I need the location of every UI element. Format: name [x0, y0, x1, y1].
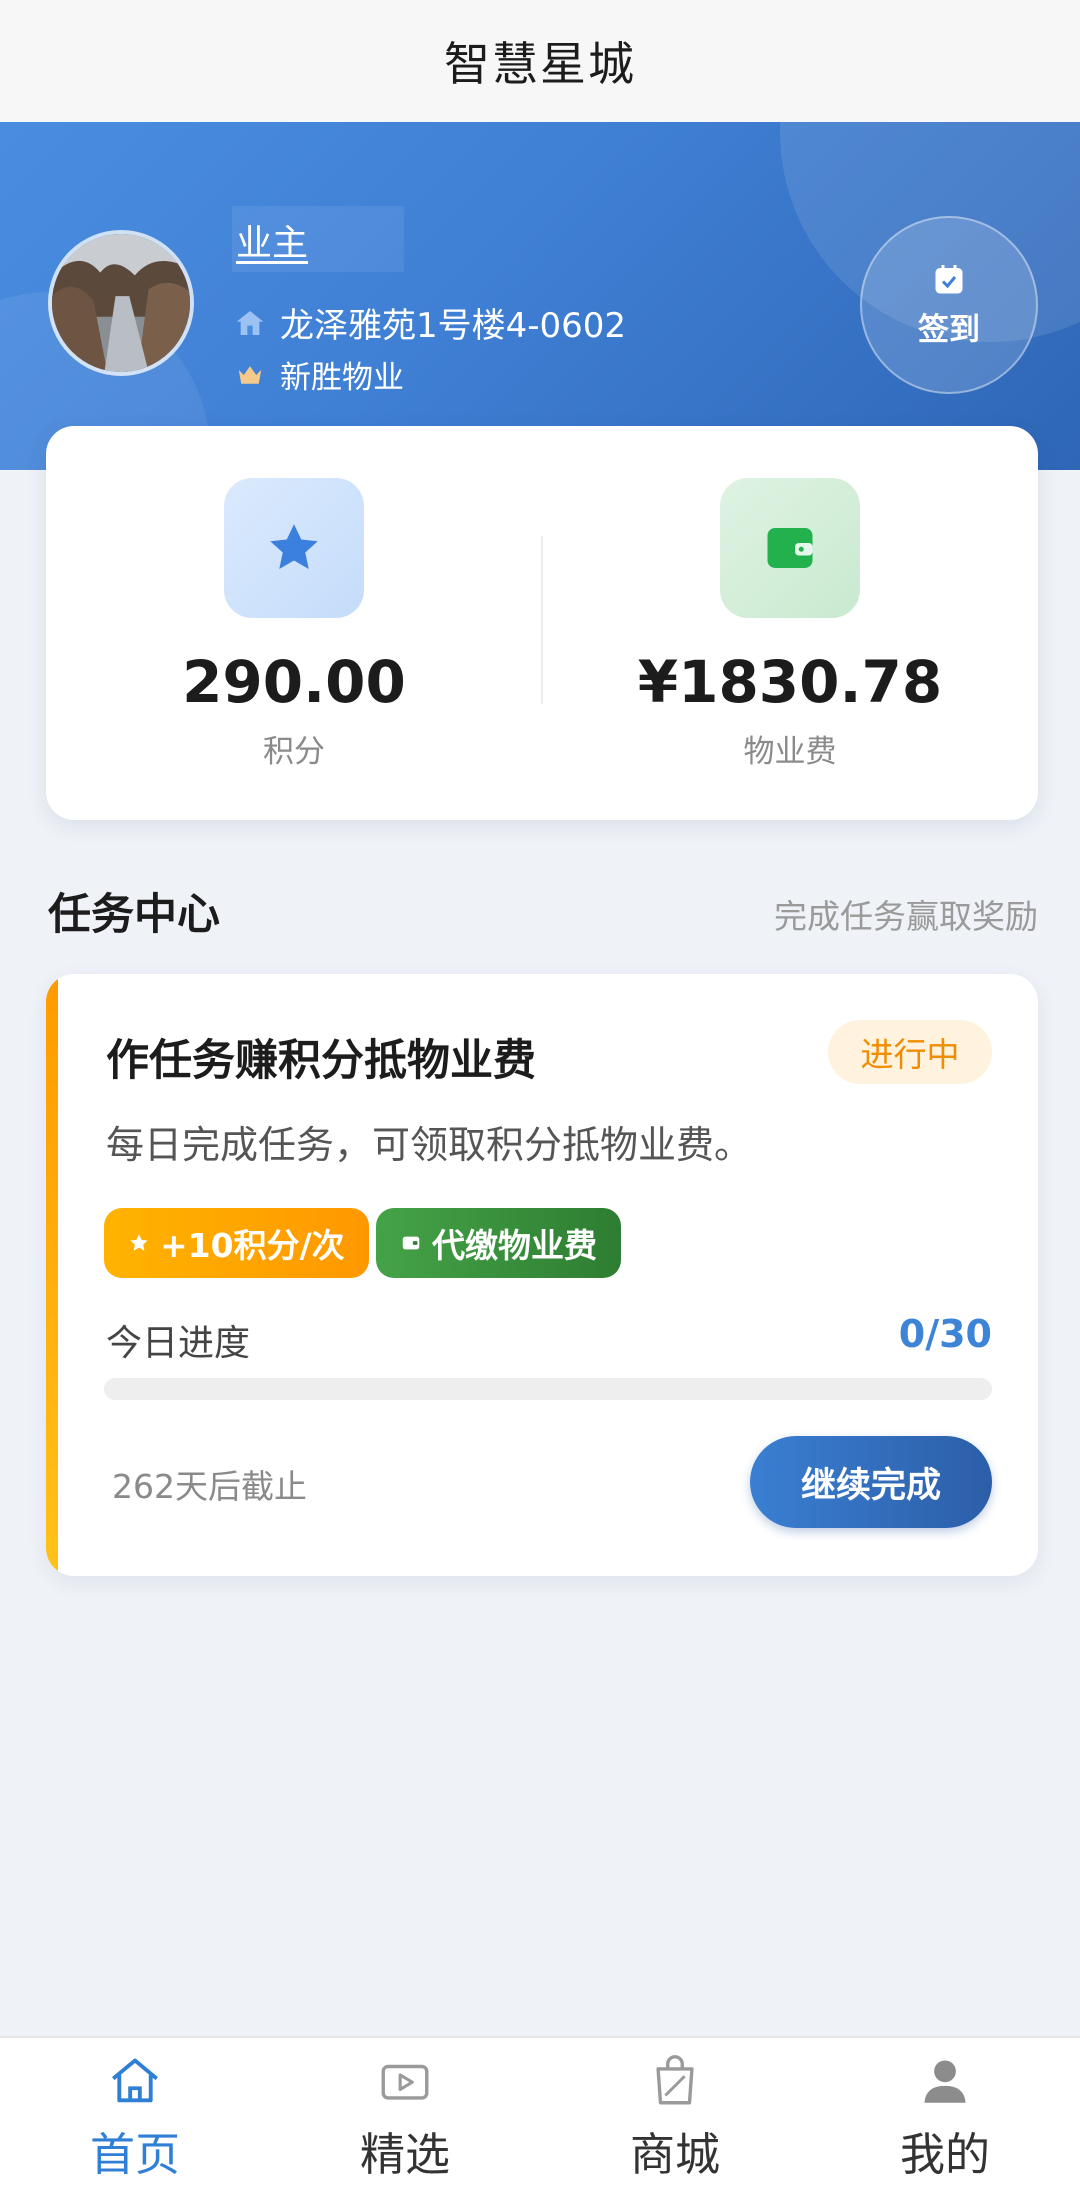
address-text: 龙泽雅苑1号楼4-0602 [280, 306, 627, 346]
nav-item-featured[interactable]: 精选 [270, 2038, 540, 2191]
nav-item-profile[interactable]: 我的 [810, 2038, 1080, 2191]
avatar[interactable] [48, 230, 194, 376]
profile-header: 业主 龙泽雅苑1号楼4-0602 新胜物业 签到 [0, 122, 1080, 470]
owner-name[interactable]: 业主 [236, 214, 308, 266]
nav-label: 精选 [359, 2128, 450, 2181]
company-text: 新胜物业 [280, 360, 404, 396]
video-icon [381, 2064, 429, 2100]
status-badge: 进行中 [828, 1020, 992, 1084]
continue-button[interactable]: 继续完成 [750, 1436, 992, 1528]
deadline-text: 262天后截止 [112, 1467, 307, 1506]
task-accent-bar [46, 974, 58, 1576]
task-title: 作任务赚积分抵物业费 [106, 1036, 536, 1086]
task-center-title: 任务中心 [48, 890, 220, 940]
stats-card: 290.00 积分 ¥1830.78 物业费 [46, 426, 1038, 820]
bottom-nav: 首页 精选 商城 我的 [0, 2036, 1080, 2191]
nav-label: 商城 [629, 2128, 720, 2181]
checkin-button[interactable]: 签到 [860, 216, 1038, 394]
wallet-icon [402, 1236, 420, 1250]
app-screen: 智慧星城 业主 龙泽雅苑1号楼4-0602 新胜物业 签到 290.00 积分 … [0, 0, 1080, 2191]
task-center-hint: 完成任务赢取奖励 [774, 897, 1038, 936]
task-description: 每日完成任务，可领取积分抵物业费。 [106, 1123, 753, 1167]
progress-label: 今日进度 [106, 1323, 251, 1364]
shopping-bag-icon [656, 2055, 694, 2105]
address-line: 龙泽雅苑1号楼4-0602 [234, 298, 626, 347]
fee-badge [720, 478, 860, 618]
wallet-icon [767, 528, 813, 568]
star-icon [130, 1234, 148, 1251]
calendar-check-icon [935, 264, 963, 293]
nav-label: 我的 [899, 2128, 990, 2181]
points-reward-tag: +10积分/次 [104, 1208, 369, 1278]
task-card[interactable]: 作任务赚积分抵物业费 进行中 每日完成任务，可领取积分抵物业费。 +10积分/次… [46, 974, 1038, 1576]
company-line: 新胜物业 [234, 352, 404, 397]
home-icon [112, 2058, 158, 2103]
nav-label: 首页 [89, 2128, 180, 2181]
crown-icon [234, 359, 266, 391]
fee-value: ¥1830.78 [637, 648, 943, 716]
progress-count: 0/30 [898, 1312, 992, 1356]
fee-label: 物业费 [743, 734, 837, 770]
points-badge [224, 478, 364, 618]
star-icon [270, 524, 318, 569]
fee-payment-tag: 代缴物业费 [376, 1208, 621, 1278]
points-value: 290.00 [182, 648, 406, 716]
nav-item-home[interactable]: 首页 [0, 2038, 270, 2191]
home-icon [234, 307, 266, 339]
user-icon [924, 2060, 966, 2103]
progress-bar [104, 1378, 992, 1400]
app-title: 智慧星城 [444, 37, 636, 91]
fee-payment-label: 代缴物业费 [432, 1226, 597, 1265]
title-bar: 智慧星城 [0, 0, 1080, 122]
avatar-photo [52, 234, 190, 372]
points-label: 积分 [263, 734, 325, 770]
nav-item-mall[interactable]: 商城 [540, 2038, 810, 2191]
fee-stat[interactable]: ¥1830.78 物业费 [542, 478, 1038, 771]
points-reward-label: +10积分/次 [160, 1226, 345, 1265]
points-stat[interactable]: 290.00 积分 [46, 478, 542, 771]
checkin-label: 签到 [918, 311, 980, 348]
